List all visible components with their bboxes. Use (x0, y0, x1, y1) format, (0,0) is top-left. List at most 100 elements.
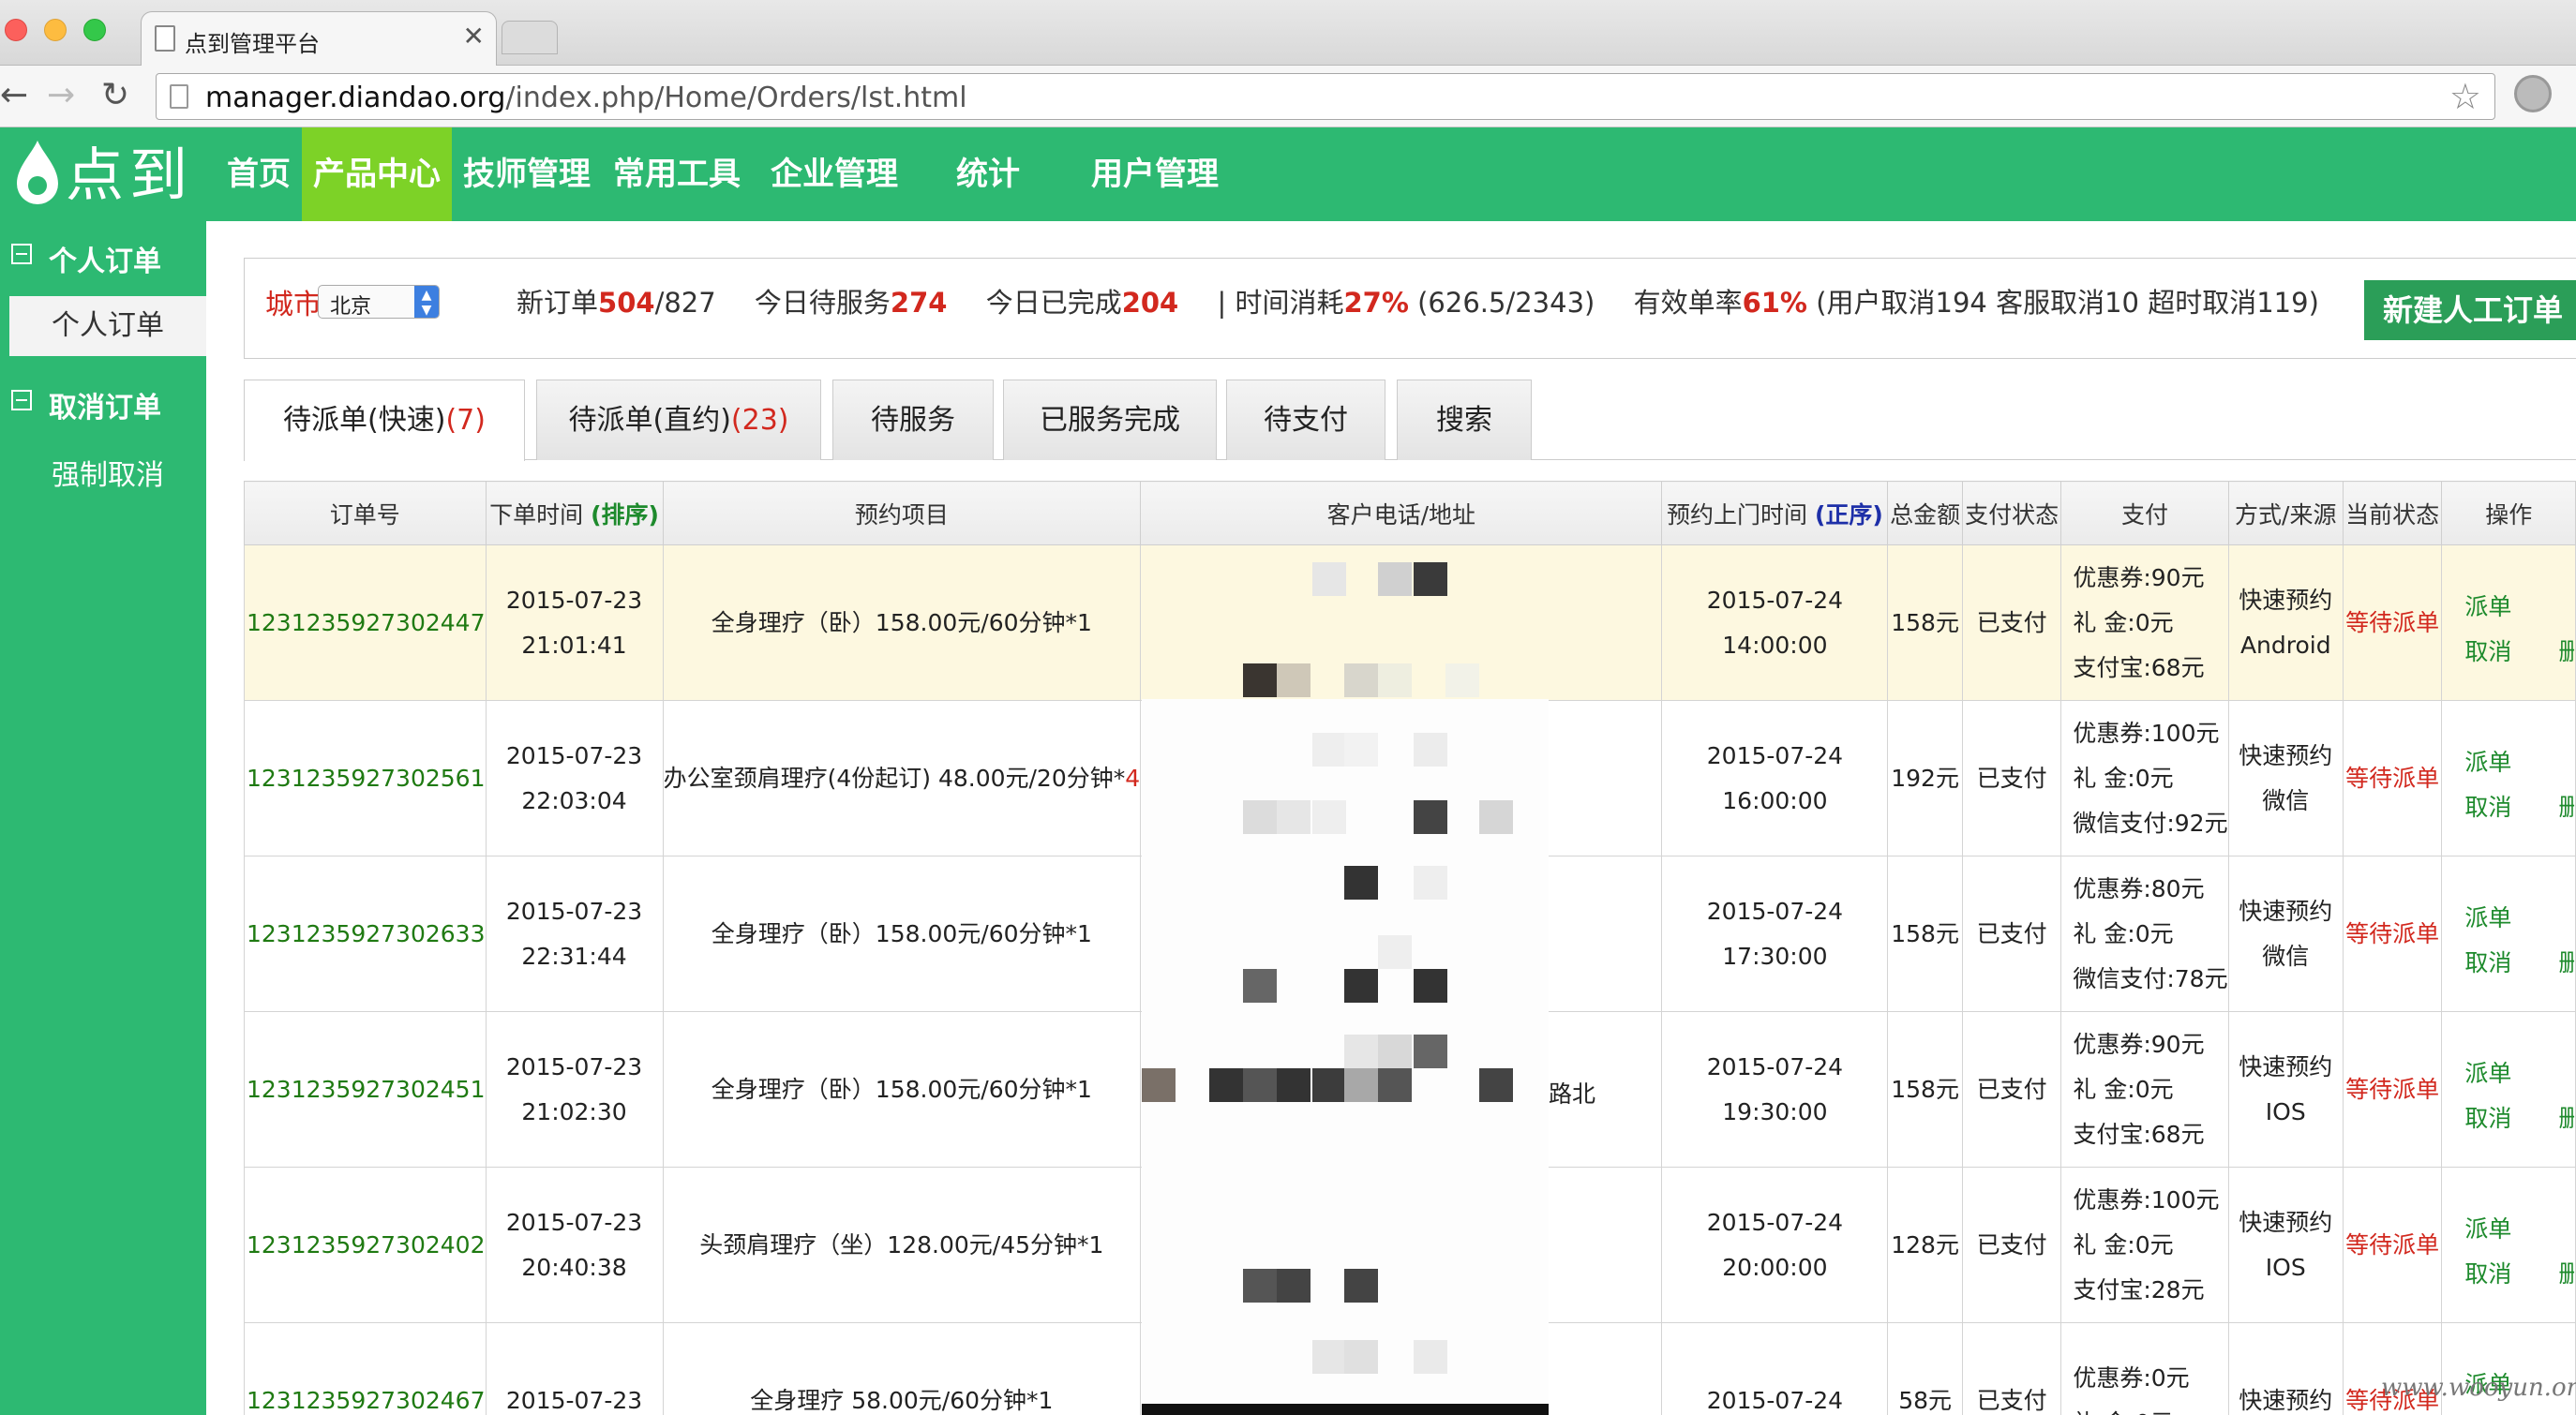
nav-item-technicians[interactable]: 技师管理 (452, 127, 602, 221)
tab-dispatch-quick[interactable]: 待派单(快速)(7) (244, 380, 525, 461)
mosaic-tile (1414, 969, 1447, 1003)
maximize-window-button[interactable] (83, 19, 106, 41)
new-tab-button[interactable] (502, 21, 558, 54)
visit-time-cell: 2015-07-24 14:00:00 (1661, 544, 1889, 701)
delete-link[interactable]: 删除 (2558, 941, 2574, 986)
cancel-link[interactable]: 取消 (2464, 1252, 2511, 1297)
back-arrow-icon[interactable]: ← (0, 77, 28, 114)
service-item-cell: 全身理疗 58.00元/60分钟*1 (662, 1322, 1142, 1415)
mosaic-tile (1277, 1269, 1310, 1303)
sidebar-section-personal-orders[interactable]: 个人订单 (0, 227, 206, 283)
select-arrows-icon: ▲ ▼ (414, 286, 439, 318)
order-time-cell: 2015-07-23 21:01:41 (485, 544, 664, 701)
forward-arrow-icon[interactable]: → (47, 77, 75, 114)
mosaic-tile (1142, 1068, 1176, 1102)
extension-icon[interactable] (2514, 75, 2552, 112)
close-tab-icon[interactable]: ✕ (463, 22, 485, 52)
browser-tab[interactable]: 点到管理平台 ✕ (141, 11, 497, 67)
sidebar-item-force-cancel[interactable]: 强制取消 (9, 446, 206, 506)
close-window-button[interactable] (5, 19, 27, 41)
order-time-cell: 2015-07-23 20:40:38 (485, 1167, 664, 1323)
service-item-cell: 办公室颈肩理疗(4份起订) 48.00元/20分钟*4 (662, 700, 1142, 856)
order-number[interactable]: 1231235927302451 (244, 1011, 487, 1168)
contact-cell (1140, 700, 1663, 856)
order-number[interactable]: 1231235927302447 (244, 544, 487, 701)
mosaic-tile (1378, 663, 1412, 697)
tab-search[interactable]: 搜索 (1397, 380, 1532, 460)
order-time-cell: 2015-07-23 (485, 1322, 664, 1415)
table-row: 1231235927302561 2015-07-23 22:03:04 办公室颈肩理… (244, 700, 2576, 856)
pay-status-cell: 已支付 (1961, 544, 2062, 701)
page-icon (170, 84, 188, 109)
mosaic-tile (1378, 1068, 1412, 1102)
order-number[interactable]: 1231235927302402 (244, 1167, 487, 1323)
dispatch-link[interactable]: 派单 (2464, 1207, 2511, 1252)
cancel-link[interactable]: 取消 (2464, 1408, 2511, 1415)
mosaic-tile (1344, 733, 1378, 767)
nav-item-home[interactable]: 首页 (216, 127, 302, 221)
sidebar-item-personal-orders[interactable]: 个人订单 (9, 296, 206, 356)
browser-tab-bar: 点到管理平台 ✕ (0, 0, 2576, 67)
new-manual-order-button[interactable]: 新建人工订单 (2364, 280, 2576, 340)
ops-cell: 派单取消 删除 (2441, 1011, 2576, 1168)
cancel-link[interactable]: 取消 (2464, 630, 2511, 675)
table-row: 1231235927302633 2015-07-23 22:31:44 全身理疗（卧… (244, 856, 2576, 1012)
order-number[interactable]: 1231235927302467 (244, 1322, 487, 1415)
order-time-cell: 2015-07-23 21:02:30 (485, 1011, 664, 1168)
visit-time-cell: 2015-07-24 (1661, 1322, 1889, 1415)
nav-item-statistics[interactable]: 统计 (945, 127, 1031, 221)
address-bar[interactable]: manager.diandao.org/index.php/Home/Order… (156, 73, 2495, 120)
tab-service-done[interactable]: 已服务完成 (1003, 380, 1217, 460)
collapse-icon[interactable] (11, 244, 32, 264)
delete-link[interactable]: 删除 (2558, 1252, 2574, 1297)
nav-item-users[interactable]: 用户管理 (1080, 127, 1230, 221)
header-visit-time[interactable]: 预约上门时间 (正序) (1661, 481, 1889, 545)
tab-dispatch-direct[interactable]: 待派单(直约)(23) (536, 380, 821, 460)
mosaic-tile (1344, 866, 1378, 900)
status-badge: 等待派单 (2342, 700, 2443, 856)
ops-cell: 派单取消 删除 (2441, 1167, 2576, 1323)
city-select[interactable]: 北京 ▲ ▼ (318, 285, 440, 319)
sidebar-section-cancel-orders[interactable]: 取消订单 (0, 373, 206, 429)
pay-status-cell: 已支付 (1961, 1167, 2062, 1323)
pay-status-cell: 已支付 (1961, 856, 2062, 1012)
nav-item-products[interactable]: 产品中心 (302, 127, 452, 221)
ops-cell: 派单取消 删除 (2441, 700, 2576, 856)
header-order-time[interactable]: 下单时间 (排序) (485, 481, 664, 545)
mosaic-tile (1312, 1068, 1346, 1102)
delete-link[interactable]: 删除 (2558, 1408, 2574, 1415)
mosaic-tile (1445, 663, 1479, 697)
dispatch-link[interactable]: 派单 (2464, 1051, 2511, 1096)
header-ops: 操作 (2441, 481, 2576, 545)
cancel-link[interactable]: 取消 (2464, 785, 2511, 830)
pay-status-cell: 已支付 (1961, 1322, 2062, 1415)
collapse-icon[interactable] (11, 390, 32, 410)
header-contact: 客户电话/地址 (1140, 481, 1663, 545)
source-cell: 快速预约 微信 (2227, 700, 2344, 856)
reload-icon[interactable]: ↻ (101, 77, 129, 114)
dispatch-link[interactable]: 派单 (2464, 896, 2511, 941)
delete-link[interactable]: 删除 (2558, 1096, 2574, 1141)
cancel-link[interactable]: 取消 (2464, 1096, 2511, 1141)
payment-breakdown-cell: 优惠券:90元礼 金:0元 支付宝:68元 (2060, 544, 2229, 701)
delete-link[interactable]: 删除 (2558, 630, 2574, 675)
tab-pending-service[interactable]: 待服务 (832, 380, 994, 460)
minimize-window-button[interactable] (44, 19, 67, 41)
table-row: 1231235927302467 2015-07-23 全身理疗 58.00元/60… (244, 1322, 2576, 1415)
mosaic-tile (1479, 800, 1513, 834)
tab-pending-payment[interactable]: 待支付 (1226, 380, 1385, 460)
delete-link[interactable]: 删除 (2558, 785, 2574, 830)
nav-item-enterprise[interactable]: 企业管理 (759, 127, 909, 221)
mosaic-tile (1243, 800, 1277, 834)
cancel-link[interactable]: 取消 (2464, 941, 2511, 986)
dispatch-link[interactable]: 派单 (2464, 740, 2511, 785)
mosaic-tile (1243, 663, 1277, 697)
amount-cell: 128元 (1887, 1167, 1963, 1323)
order-number[interactable]: 1231235927302561 (244, 700, 487, 856)
service-item-cell: 全身理疗（卧）158.00元/60分钟*1 (662, 1011, 1142, 1168)
order-number[interactable]: 1231235927302633 (244, 856, 487, 1012)
nav-item-tools[interactable]: 常用工具 (602, 127, 752, 221)
dispatch-link[interactable]: 派单 (2464, 585, 2511, 630)
bookmark-star-icon[interactable]: ☆ (2449, 76, 2481, 117)
mosaic-tile (1414, 800, 1447, 834)
